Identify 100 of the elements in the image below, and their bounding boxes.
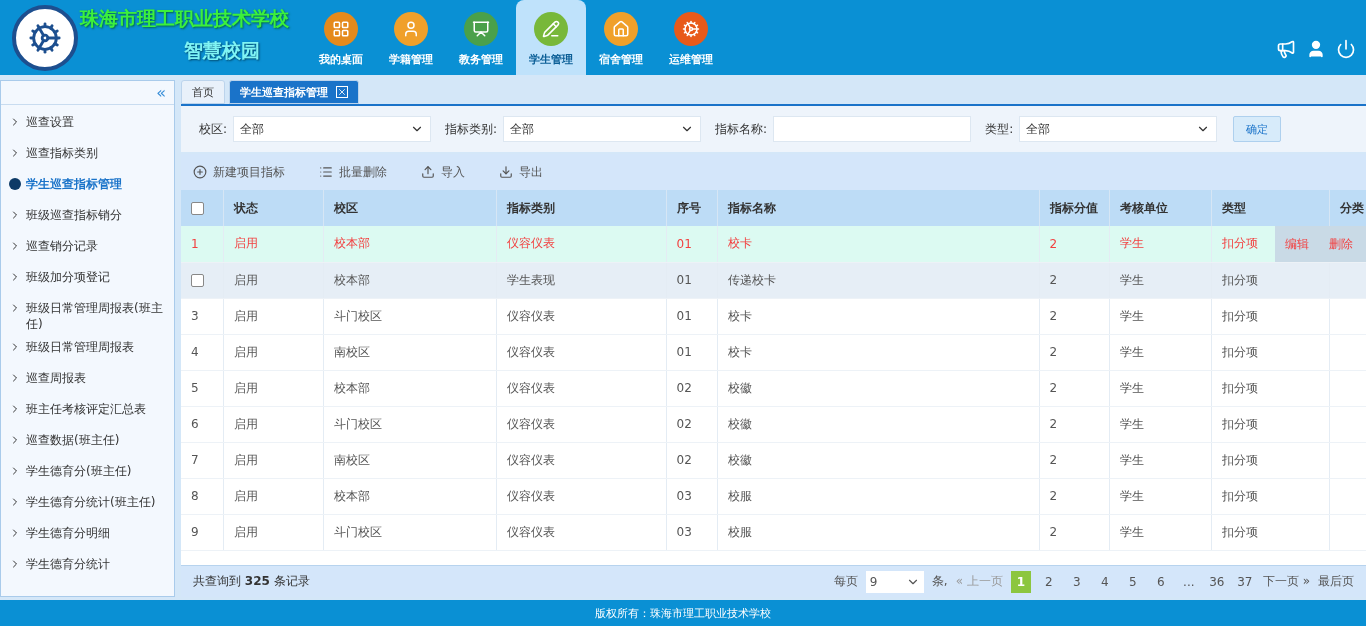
nav-tab[interactable]: 宿舍管理 [586,0,656,75]
table-cell: 扣分项 [1211,334,1329,370]
row-checkbox[interactable] [191,274,204,287]
page-tab[interactable]: 学生巡查指标管理 [229,80,359,104]
table-cell: 01 [666,334,717,370]
toolbar-button[interactable]: 导入 [421,163,465,181]
nav-tab[interactable]: 运维管理 [656,0,726,75]
table-cell: 校服 [717,514,1039,550]
school-name: 珠海市理工职业技术学校 [80,6,290,31]
table-cell: 学生 [1109,370,1211,406]
table-cell: 启用 [223,334,323,370]
column-header: 指标类别 [496,190,666,226]
nav-tab[interactable]: 教务管理 [446,0,516,75]
megaphone-icon[interactable] [1276,39,1296,59]
toolbar-button[interactable]: 导出 [499,163,543,181]
nav-tab[interactable]: 我的桌面 [306,0,376,75]
filter-label: 指标类别: [445,120,498,138]
sidebar-item[interactable]: 巡查设置 [9,107,174,138]
filter-label: 类型: [985,120,1014,138]
table-cell: 启用 [223,262,323,298]
confirm-button[interactable]: 确定 [1233,116,1282,142]
table-row[interactable]: 7 启用 南校区 仪容仪表 02 校徽 2 学生 扣分项 [181,442,1366,478]
input-field[interactable] [773,116,972,142]
table-cell: 2 [1039,514,1109,550]
table-cell: 2 [1039,442,1109,478]
table-cell: 仪容仪表 [496,298,666,334]
house-icon [604,12,638,46]
table-cell: 扣分项 [1211,478,1329,514]
sidebar-item[interactable]: 班级巡查指标销分 [9,200,174,231]
table-cell: 校本部 [323,226,496,262]
page-link[interactable]: 3 [1066,570,1087,593]
sidebar-item[interactable]: 学生德育分(班主任) [9,456,174,487]
sidebar-item[interactable]: 学生德育分统计(班主任) [9,487,174,518]
row-number: 8 [181,478,223,514]
sidebar-item[interactable]: 班主任考核评定汇总表 [9,394,174,425]
sidebar-item[interactable]: 班级日常管理周报表(班主任) [9,293,174,332]
table-row[interactable]: 9 启用 斗门校区 仪容仪表 03 校服 2 学生 扣分项 [181,514,1366,550]
sidebar-item[interactable]: 巡查数据(班主任) [9,425,174,456]
table-cell: 仪容仪表 [496,514,666,550]
table-cell: 校本部 [323,262,496,298]
page-link[interactable]: 6 [1150,570,1171,593]
power-icon[interactable] [1336,39,1356,59]
filter-select[interactable]: 全部 [1019,116,1218,142]
sidebar-item[interactable]: 班级日常管理周报表 [9,332,174,363]
close-icon[interactable] [336,86,348,98]
table-cell: 仪容仪表 [496,478,666,514]
table-cell: 仪容仪表 [496,370,666,406]
blackboard-icon [464,12,498,46]
collapse-button[interactable]: « [156,83,166,102]
page-link[interactable]: 37 [1234,570,1255,593]
filter-select[interactable]: 全部 [503,116,702,142]
filter-label: 校区: [199,120,228,138]
sidebar-item[interactable]: 学生德育分统计 [9,549,174,580]
sidebar-item[interactable]: 班级加分项登记 [9,262,174,293]
table-row[interactable]: 8 启用 校本部 仪容仪表 03 校服 2 学生 扣分项 [181,478,1366,514]
download-icon [499,165,513,179]
table-cell: 启用 [223,514,323,550]
table-cell: 03 [666,514,717,550]
toolbar-button[interactable]: 批量删除 [319,163,387,181]
table-row[interactable]: 5 启用 校本部 仪容仪表 02 校徽 2 学生 扣分项 [181,370,1366,406]
column-header: 指标分值 [1039,190,1109,226]
page-link[interactable]: 5 [1122,570,1143,593]
sidebar-item[interactable]: 学生德育分明细 [9,518,174,549]
table-row[interactable]: 4 启用 南校区 仪容仪表 01 校卡 2 学生 扣分项 [181,334,1366,370]
table-row[interactable]: 6 启用 斗门校区 仪容仪表 02 校徽 2 学生 扣分项 [181,406,1366,442]
user-icon[interactable] [1306,39,1326,59]
page-link[interactable]: 2 [1038,570,1059,593]
sidebar-item[interactable]: 巡查指标类别 [9,138,174,169]
column-header: 状态 [223,190,323,226]
table-cell: 校徽 [717,370,1039,406]
toolbar-button[interactable]: 新建项目指标 [193,163,285,181]
table-cell: 启用 [223,370,323,406]
table-row[interactable]: 3 启用 斗门校区 仪容仪表 01 校卡 2 学生 扣分项 [181,298,1366,334]
page-link[interactable]: ... [1178,570,1199,593]
row-number: 5 [181,370,223,406]
table-cell: 扣分项 [1211,262,1329,298]
per-page-unit: 条, [931,573,948,590]
sidebar-item[interactable]: 巡查销分记录 [9,231,174,262]
dot-icon [9,178,21,190]
filter-select[interactable]: 全部 [233,116,432,142]
upload-icon [421,165,435,179]
last-page-link[interactable]: 最后页 [1318,573,1354,590]
page-tab[interactable]: 首页 [181,80,225,104]
column-header: 指标名称 [717,190,1039,226]
row-number: 4 [181,334,223,370]
select-all-checkbox[interactable] [191,202,204,215]
table-cell: 学生 [1109,298,1211,334]
page-link[interactable]: 36 [1206,570,1227,593]
table-cell: 传递校卡 [717,262,1039,298]
nav-tab[interactable]: 学生管理 [516,0,586,75]
row-number: 1 [181,226,223,262]
table-cell: 斗门校区 [323,298,496,334]
per-page-select[interactable]: 9 [865,570,924,593]
copyright-text: 版权所有：珠海市理工职业技术学校 [595,605,771,621]
table-row[interactable]: 启用 校本部 学生表现 01 传递校卡 2 学生 扣分项 [181,262,1366,298]
nav-tab[interactable]: 学籍管理 [376,0,446,75]
sidebar-item[interactable]: 学生巡查指标管理 [9,169,174,200]
sidebar-item[interactable]: 巡查周报表 [9,363,174,394]
page-link[interactable]: 4 [1094,570,1115,593]
next-page-link[interactable]: 下一页 » [1262,573,1310,590]
